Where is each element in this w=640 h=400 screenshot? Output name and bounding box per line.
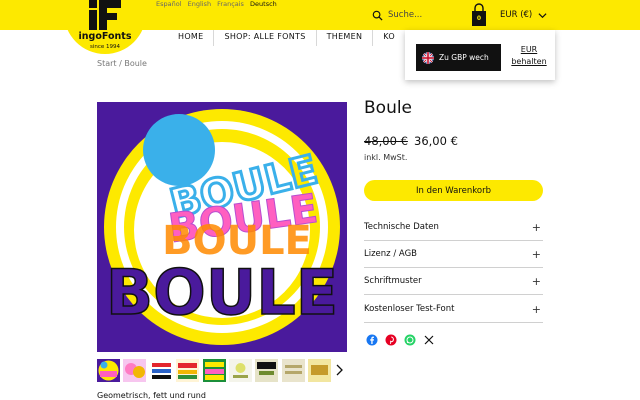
chevron-right-icon[interactable] (334, 364, 344, 376)
nav-themes[interactable]: THEMEN (315, 30, 373, 46)
switch-to-gbp-button[interactable]: Zu GBP wech (416, 44, 501, 71)
accordion-label: Kostenloser Test-Font (364, 304, 455, 314)
thumbnail-strip (97, 359, 335, 382)
chevron-down-icon (538, 12, 547, 18)
language-en[interactable]: English (188, 0, 211, 8)
sale-price: 36,00 € (414, 134, 458, 148)
accordion-license[interactable]: Lizenz / AGB + (364, 241, 543, 268)
search-icon (372, 10, 383, 21)
product-tagline: Geometrisch, fett und rund (97, 391, 206, 400)
thumbnail-3[interactable] (149, 359, 173, 382)
thumbnail-4[interactable] (176, 359, 200, 382)
cart-count-badge: 0 (473, 13, 485, 24)
thumbnail-2[interactable] (123, 359, 147, 382)
product-title: Boule (364, 98, 413, 118)
accordion-test-font[interactable]: Kostenloser Test-Font + (364, 296, 543, 323)
language-de[interactable]: Deutsch (250, 0, 277, 8)
product-image[interactable]: BOULE BOULE BOULE BOULE (97, 102, 347, 352)
thumbnail-8[interactable] (281, 359, 305, 382)
thumbnail-6[interactable] (228, 359, 252, 382)
currency-popup: Zu GBP wech EUR behalten (405, 30, 555, 80)
search-bar[interactable] (368, 0, 462, 30)
accordion-label: Schriftmuster (364, 276, 422, 286)
image-word-4: BOULE (106, 256, 338, 329)
plus-icon: + (531, 220, 541, 234)
facebook-icon[interactable] (366, 334, 378, 346)
x-icon[interactable] (423, 334, 435, 346)
plus-icon: + (531, 274, 541, 288)
language-es[interactable]: Español (156, 0, 182, 8)
uk-flag-icon (422, 51, 434, 64)
pinterest-icon[interactable] (385, 334, 397, 346)
currency-selected: EUR (€) (500, 10, 533, 20)
nav-ko[interactable]: KO (372, 30, 405, 46)
search-input[interactable] (388, 10, 458, 20)
plus-icon: + (531, 302, 541, 316)
brand-since: since 1994 (89, 44, 121, 50)
plus-icon: + (531, 247, 541, 261)
breadcrumb[interactable]: Start / Boule (97, 59, 147, 68)
whatsapp-icon[interactable] (404, 334, 416, 346)
share-bar (366, 334, 442, 346)
nav-shop[interactable]: SHOP: ALLE FONTS (213, 30, 316, 46)
old-price: 48,00 € (364, 134, 408, 148)
switch-to-gbp-label: Zu GBP wech (439, 53, 489, 62)
language-fr[interactable]: Français (217, 0, 244, 8)
add-to-cart-button[interactable]: In den Warenkorb (364, 180, 543, 201)
language-switcher: Español English Français Deutsch (156, 0, 281, 9)
accordion-label: Lizenz / AGB (364, 249, 417, 259)
tax-note: inkl. MwSt. (364, 153, 408, 162)
thumbnail-5[interactable] (202, 359, 226, 382)
currency-selector[interactable]: EUR (€) (493, 0, 555, 30)
thumbnail-9[interactable] (308, 359, 332, 382)
nav-home[interactable]: HOME (168, 30, 214, 46)
accordion-specimen[interactable]: Schriftmuster + (364, 268, 543, 295)
brand-name[interactable]: ingoFonts (64, 31, 146, 42)
logo-icon[interactable] (87, 0, 123, 30)
main-nav: HOME SHOP: ALLE FONTS THEMEN KO (168, 30, 405, 46)
keep-eur-link[interactable]: EUR behalten (506, 44, 552, 68)
accordion-technical-data[interactable]: Technische Daten + (364, 214, 543, 241)
thumbnail-7[interactable] (255, 359, 279, 382)
thumbnail-1[interactable] (97, 359, 120, 382)
accordion-label: Technische Daten (364, 222, 439, 232)
